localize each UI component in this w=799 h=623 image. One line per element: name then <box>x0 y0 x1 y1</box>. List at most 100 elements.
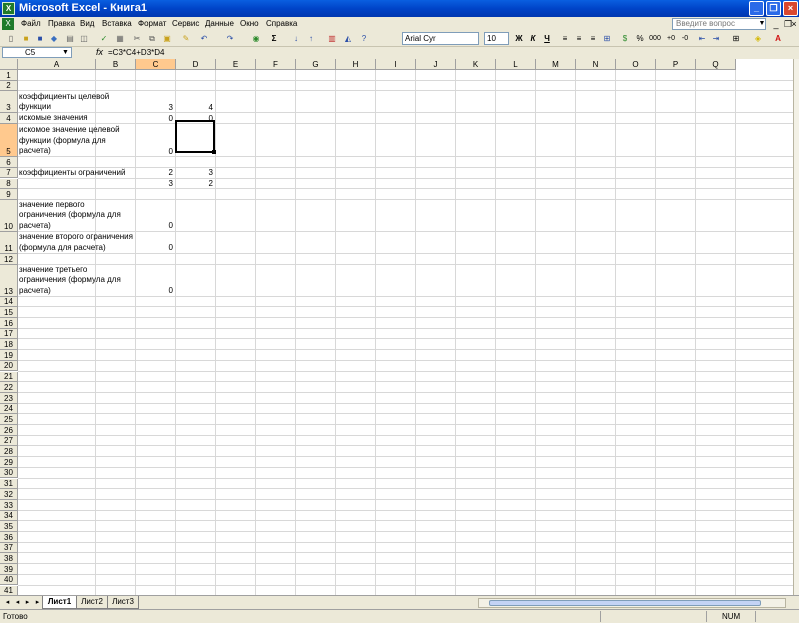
horizontal-scrollbar[interactable] <box>478 598 786 608</box>
column-header[interactable]: A <box>18 59 96 70</box>
sheet-tab-1[interactable]: Лист1 <box>42 596 77 609</box>
vertical-scrollbar[interactable] <box>793 59 799 595</box>
column-header[interactable]: P <box>656 59 696 70</box>
column-header[interactable]: Q <box>696 59 736 70</box>
cell-C7[interactable]: 2 <box>136 168 173 178</box>
row-header[interactable]: 28 <box>0 446 18 458</box>
align-right-icon[interactable]: ≡ <box>587 33 599 45</box>
row-header[interactable]: 20 <box>0 360 18 372</box>
column-header[interactable]: N <box>576 59 616 70</box>
row-header[interactable]: 17 <box>0 328 18 340</box>
italic-button[interactable]: К <box>527 33 539 45</box>
row-header[interactable]: 33 <box>0 499 18 511</box>
percent-button[interactable]: % <box>634 33 646 45</box>
merge-center-icon[interactable]: ⊞ <box>601 33 613 45</box>
align-center-icon[interactable]: ≡ <box>573 33 585 45</box>
formula-input[interactable]: =C3*C4+D3*D4 <box>108 47 164 58</box>
column-header[interactable]: C <box>136 59 176 70</box>
sort-descending-icon[interactable]: ↑ <box>305 33 317 45</box>
menu-format[interactable]: Формат <box>138 18 166 30</box>
workbook-icon[interactable]: X <box>2 18 14 30</box>
row-header[interactable]: 14 <box>0 296 18 308</box>
save-icon[interactable]: ■ <box>34 33 46 45</box>
row-header[interactable]: 35 <box>0 521 18 532</box>
row-header[interactable]: 16 <box>0 318 18 329</box>
font-size-select[interactable]: 10 <box>484 32 509 45</box>
select-all-corner[interactable] <box>0 59 18 70</box>
autosum-icon[interactable]: Σ <box>268 33 280 45</box>
column-header[interactable]: F <box>256 59 296 70</box>
row-header[interactable]: 9 <box>0 189 18 200</box>
increase-decimal-icon[interactable]: +0 <box>665 33 677 45</box>
column-header[interactable]: E <box>216 59 256 70</box>
doc-minimize-button[interactable]: _ <box>770 18 782 30</box>
column-header[interactable]: H <box>336 59 376 70</box>
cut-icon[interactable]: ✂ <box>131 33 143 45</box>
format-painter-icon[interactable]: ✎ <box>180 33 192 45</box>
ask-question-input[interactable]: Введите вопрос <box>672 18 766 30</box>
row-header[interactable]: 29 <box>0 457 18 468</box>
close-button[interactable]: × <box>783 1 798 16</box>
row-header[interactable]: 8 <box>0 178 18 190</box>
underline-button[interactable]: Ч <box>541 33 553 45</box>
row-header[interactable]: 19 <box>0 350 18 361</box>
row-header[interactable]: 21 <box>0 371 18 383</box>
menu-edit[interactable]: Правка <box>48 18 75 30</box>
row-header[interactable]: 6 <box>0 157 18 168</box>
thousands-button[interactable]: 000 <box>648 33 662 45</box>
row-header[interactable]: 25 <box>0 414 18 425</box>
row-header[interactable]: 5 <box>0 124 18 158</box>
copy-icon[interactable]: ⧉ <box>146 33 158 45</box>
row-header[interactable]: 12 <box>0 253 18 265</box>
row-header[interactable]: 7 <box>0 167 18 179</box>
borders-icon[interactable]: ⊞ <box>730 33 742 45</box>
row-header[interactable]: 23 <box>0 392 18 404</box>
menu-help[interactable]: Справка <box>266 18 297 30</box>
column-header[interactable]: G <box>296 59 336 70</box>
cell-C11[interactable]: 0 <box>136 243 173 253</box>
row-header[interactable]: 24 <box>0 403 18 415</box>
fill-handle[interactable] <box>212 150 216 154</box>
font-color-icon[interactable]: A <box>772 33 784 45</box>
chart-wizard-icon[interactable]: ▥ <box>326 33 338 45</box>
row-header[interactable]: 18 <box>0 339 18 351</box>
fill-color-icon[interactable]: ◈ <box>752 33 764 45</box>
menu-file[interactable]: Файл <box>21 18 41 30</box>
new-icon[interactable]: ▯ <box>5 33 17 45</box>
column-header[interactable]: J <box>416 59 456 70</box>
sort-ascending-icon[interactable]: ↓ <box>290 33 302 45</box>
row-header[interactable]: 40 <box>0 574 18 586</box>
menu-tools[interactable]: Сервис <box>172 18 199 30</box>
cell-C3[interactable]: 3 <box>136 103 173 113</box>
undo-icon[interactable]: ↶ <box>198 33 210 45</box>
row-header[interactable]: 39 <box>0 564 18 575</box>
insert-function-icon[interactable]: fx <box>96 47 103 58</box>
cell-D8[interactable]: 2 <box>176 179 213 189</box>
cell-C13[interactable]: 0 <box>136 286 173 296</box>
row-header[interactable]: 11 <box>0 231 18 254</box>
row-header[interactable]: 38 <box>0 553 18 565</box>
column-header[interactable]: B <box>96 59 136 70</box>
prev-sheet-icon[interactable]: ◂ <box>13 598 22 608</box>
drawing-icon[interactable]: ◭ <box>342 33 354 45</box>
cell-C10[interactable]: 0 <box>136 221 173 231</box>
cell-D3[interactable]: 4 <box>176 103 213 113</box>
column-header[interactable]: I <box>376 59 416 70</box>
worksheet-grid[interactable]: A B C D E F G H I J K L M N O P Q 1 2 3 4 5 6 7 8 9 10 11 12 13 14 15 16… <box>0 59 793 595</box>
increase-indent-icon[interactable]: ⇥ <box>710 33 722 45</box>
hyperlink-icon[interactable]: ◉ <box>250 33 262 45</box>
first-sheet-icon[interactable]: ◂ <box>3 598 12 608</box>
menu-data[interactable]: Данные <box>205 18 234 30</box>
row-header[interactable]: 3 <box>0 91 18 114</box>
row-header[interactable]: 2 <box>0 80 18 92</box>
row-header[interactable]: 26 <box>0 425 18 436</box>
menu-insert[interactable]: Вставка <box>102 18 132 30</box>
row-header[interactable]: 32 <box>0 489 18 500</box>
print-preview-icon[interactable]: ◫ <box>78 33 90 45</box>
cell-C4[interactable]: 0 <box>136 114 173 124</box>
column-header[interactable]: O <box>616 59 656 70</box>
row-header[interactable]: 10 <box>0 199 18 232</box>
help-icon[interactable]: ? <box>358 33 370 45</box>
row-header[interactable]: 41 <box>0 585 18 595</box>
column-header[interactable]: M <box>536 59 576 70</box>
